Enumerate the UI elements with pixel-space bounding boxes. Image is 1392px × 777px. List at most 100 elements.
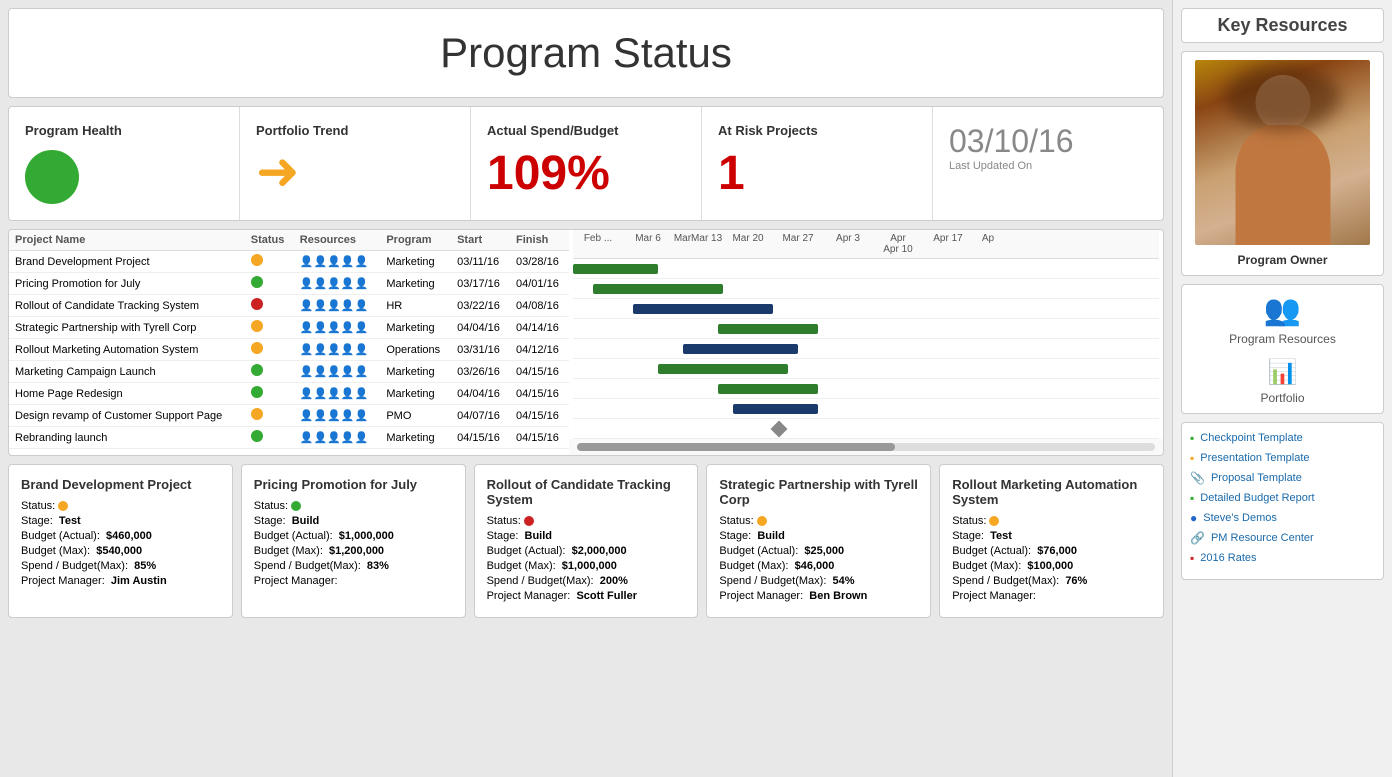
- bottom-spend-pct-value: 85%: [134, 560, 156, 572]
- kpi-actual-spend-value: 109%: [487, 146, 610, 201]
- cell-resources: 👤👤👤👤👤: [294, 317, 381, 339]
- cell-resources: 👤👤👤👤👤: [294, 295, 381, 317]
- table-row[interactable]: Rollout of Candidate Tracking System 👤👤👤…: [9, 295, 569, 317]
- bottom-budget-max-value: $540,000: [96, 545, 142, 557]
- scroll-area[interactable]: [569, 439, 1163, 455]
- bottom-budget-actual-field: Budget (Actual): $25,000: [719, 545, 918, 557]
- program-resources-item[interactable]: 👥 Program Resources: [1190, 293, 1375, 346]
- kpi-at-risk-label: At Risk Projects: [718, 123, 818, 138]
- cell-finish: 03/28/16: [510, 251, 569, 273]
- cell-resources: 👤👤👤👤👤: [294, 339, 381, 361]
- gantt-row: [573, 259, 1159, 279]
- col-start: Start: [451, 230, 510, 251]
- bottom-stage-value: Build: [757, 530, 785, 542]
- sidebar-photo-card: Program Owner: [1181, 51, 1384, 276]
- sidebar-link-item[interactable]: ▪ Presentation Template: [1190, 451, 1375, 465]
- gantt-col-feb: Feb ...: [573, 233, 623, 255]
- sidebar-link-item[interactable]: ▪ Checkpoint Template: [1190, 431, 1375, 445]
- cell-resources: 👤👤👤👤👤: [294, 427, 381, 449]
- cell-project-name: Marketing Campaign Launch: [9, 361, 245, 383]
- bottom-manager-field: Project Manager: Ben Brown: [719, 590, 918, 602]
- cell-project-name: Rollout of Candidate Tracking System: [9, 295, 245, 317]
- sidebar-link-item[interactable]: 📎 Proposal Template: [1190, 471, 1375, 485]
- table-row[interactable]: Strategic Partnership with Tyrell Corp 👤…: [9, 317, 569, 339]
- bottom-spend-pct-field: Spend / Budget(Max): 83%: [254, 560, 453, 572]
- gantt-col-mar27: Mar 27: [773, 233, 823, 255]
- portfolio-trend-arrow: ➜: [256, 142, 300, 202]
- bottom-spend-pct-field: Spend / Budget(Max): 54%: [719, 575, 918, 587]
- cell-status: [245, 427, 294, 449]
- cell-status: [245, 251, 294, 273]
- cell-status: [245, 361, 294, 383]
- bottom-manager-value: Scott Fuller: [576, 590, 637, 602]
- sidebar-link-item[interactable]: 🔗 PM Resource Center: [1190, 531, 1375, 545]
- sidebar-link-icon: ●: [1190, 511, 1197, 525]
- sidebar-link-label: Presentation Template: [1200, 452, 1309, 464]
- table-row[interactable]: Rebranding launch 👤👤👤👤👤 Marketing 04/15/…: [9, 427, 569, 449]
- table-row[interactable]: Design revamp of Customer Support Page 👤…: [9, 405, 569, 427]
- sidebar-link-label: Proposal Template: [1211, 472, 1302, 484]
- cell-start: 04/07/16: [451, 405, 510, 427]
- cell-finish: 04/01/16: [510, 273, 569, 295]
- bottom-manager-field: Project Manager:: [254, 575, 453, 587]
- table-row[interactable]: Marketing Campaign Launch 👤👤👤👤👤 Marketin…: [9, 361, 569, 383]
- col-finish: Finish: [510, 230, 569, 251]
- cell-start: 03/22/16: [451, 295, 510, 317]
- scrollbar-thumb: [577, 443, 895, 451]
- bottom-status-field: Status:: [719, 515, 918, 527]
- cell-resources: 👤👤👤👤👤: [294, 361, 381, 383]
- bottom-spend-pct-value: 200%: [600, 575, 628, 587]
- cell-resources: 👤👤👤👤👤: [294, 273, 381, 295]
- kpi-portfolio-trend-label: Portfolio Trend: [256, 123, 348, 138]
- cell-start: 03/17/16: [451, 273, 510, 295]
- gantt-col-mar6: Mar 6: [623, 233, 673, 255]
- sidebar-link-item[interactable]: ● Steve's Demos: [1190, 511, 1375, 525]
- table-row[interactable]: Brand Development Project 👤👤👤👤👤 Marketin…: [9, 251, 569, 273]
- cell-start: 04/15/16: [451, 427, 510, 449]
- table-row[interactable]: Rollout Marketing Automation System 👤👤👤👤…: [9, 339, 569, 361]
- bottom-status-field: Status:: [487, 515, 686, 527]
- cell-finish: 04/08/16: [510, 295, 569, 317]
- bottom-status-field: Status:: [952, 515, 1151, 527]
- portfolio-icon: 📊: [1268, 358, 1298, 387]
- sidebar-link-item[interactable]: ▪ Detailed Budget Report: [1190, 491, 1375, 505]
- cell-status: [245, 405, 294, 427]
- kpi-at-risk-value: 1: [718, 146, 745, 201]
- bottom-project-title: Strategic Partnership with Tyrell Corp: [719, 477, 918, 507]
- gantt-bar: [683, 344, 798, 354]
- gantt-milestone: [771, 421, 788, 438]
- bottom-budget-actual-value: $1,000,000: [339, 530, 394, 542]
- gantt-col-apr3: Apr 3: [823, 233, 873, 255]
- sidebar-link-icon: 🔗: [1190, 531, 1205, 545]
- bottom-status-dot: [524, 516, 534, 526]
- bottom-status-dot: [291, 501, 301, 511]
- gantt-row: [573, 359, 1159, 379]
- bottom-status-dot: [989, 516, 999, 526]
- sidebar-links-card: ▪ Checkpoint Template ▪ Presentation Tem…: [1181, 422, 1384, 580]
- kpi-row: Program Health Portfolio Trend ➜ Actual …: [8, 106, 1164, 221]
- cell-program: Operations: [380, 339, 451, 361]
- bottom-manager-value: Ben Brown: [809, 590, 867, 602]
- bottom-budget-actual-value: $2,000,000: [572, 545, 627, 557]
- sidebar-title: Key Resources: [1181, 8, 1384, 43]
- project-table-card: Project Name Status Resources Program St…: [8, 229, 1164, 456]
- sidebar-link-icon: ▪: [1190, 491, 1194, 505]
- portfolio-label: Portfolio: [1260, 391, 1304, 405]
- sidebar-link-item[interactable]: ▪ 2016 Rates: [1190, 551, 1375, 565]
- table-row[interactable]: Home Page Redesign 👤👤👤👤👤 Marketing 04/04…: [9, 383, 569, 405]
- bottom-budget-max-field: Budget (Max): $100,000: [952, 560, 1151, 572]
- cell-program: Marketing: [380, 273, 451, 295]
- gantt-row: [573, 419, 1159, 439]
- cell-program: PMO: [380, 405, 451, 427]
- gantt-bar: [573, 264, 658, 274]
- bottom-manager-field: Project Manager:: [952, 590, 1151, 602]
- portfolio-item[interactable]: 📊 Portfolio: [1190, 358, 1375, 405]
- gantt-row: [573, 399, 1159, 419]
- bottom-project-card: Strategic Partnership with Tyrell Corp S…: [706, 464, 931, 618]
- table-row[interactable]: Pricing Promotion for July 👤👤👤👤👤 Marketi…: [9, 273, 569, 295]
- bottom-status-dot: [757, 516, 767, 526]
- kpi-program-health: Program Health: [9, 107, 240, 220]
- bottom-status-dot: [58, 501, 68, 511]
- bottom-stage-value: Test: [59, 515, 81, 527]
- gantt-bar: [718, 384, 818, 394]
